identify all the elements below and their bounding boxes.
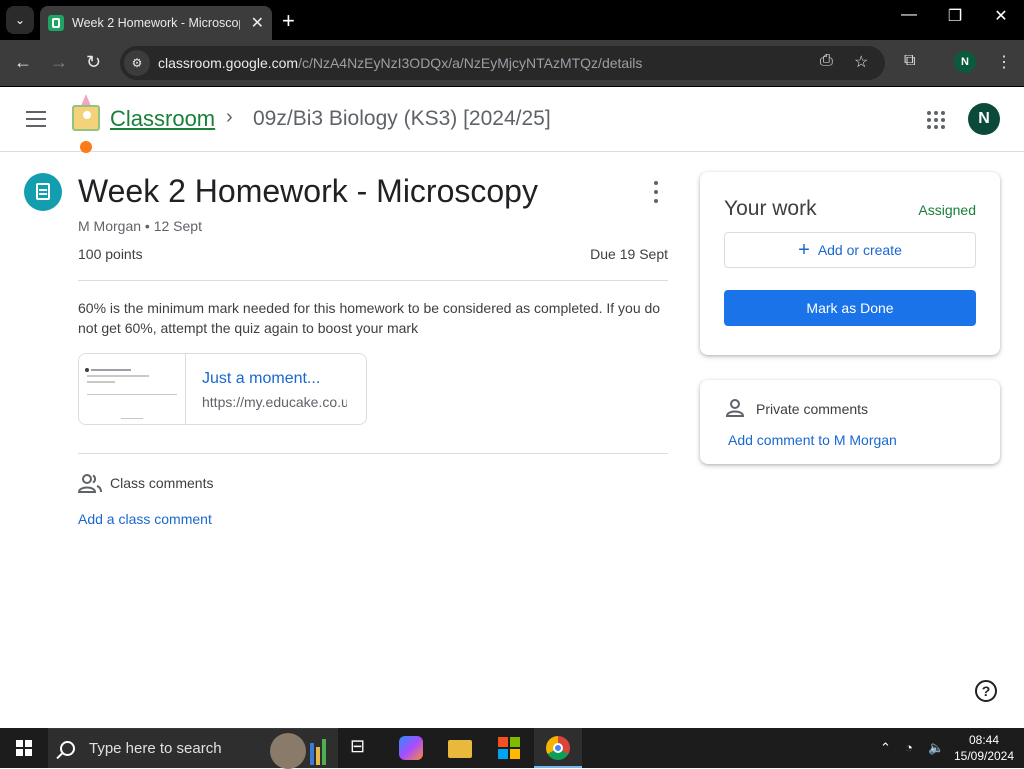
assignment-points: 100 points [78,246,143,262]
browser-toolbar: ← → ↻ ⚙ classroom.google.com/c/NzA4NzEyN… [0,40,1024,86]
search-highlight-book-icon [310,743,314,765]
address-bar[interactable]: ⚙ classroom.google.com/c/NzA4NzEyNzI3ODQ… [120,46,885,80]
main-menu-icon[interactable] [26,111,46,127]
attachment-url: https://my.educake.co.uk [202,394,347,410]
assignment-icon [24,173,62,211]
class-name-breadcrumb[interactable]: 09z/Bi3 Biology (KS3) [2024/25] [253,107,551,131]
copilot-icon[interactable] [399,736,423,760]
add-or-create-button[interactable]: + Add or create [724,232,976,268]
search-icon [60,741,75,756]
assignment-due-date: Due 19 Sept [590,246,668,262]
close-window-button[interactable]: ✕ [978,6,1024,26]
tab-search-button[interactable]: ⌄ [6,6,34,34]
your-work-title: Your work [724,197,817,220]
task-view-icon[interactable]: ⊟ [350,736,374,760]
bookmark-star-icon[interactable]: ☆ [854,52,868,72]
extensions-icon[interactable]: ⧉ [904,52,915,70]
new-tab-button[interactable]: + [282,8,295,34]
link-attachment[interactable]: Just a moment... https://my.educake.co.u… [78,353,367,425]
browser-menu-icon[interactable]: ⋮ [996,52,1012,72]
tab-title: Week 2 Homework - Microscopy [72,16,240,30]
search-highlight-book-icon [316,747,320,765]
install-app-icon[interactable]: ⎙ [820,52,833,70]
more-options-icon[interactable] [648,181,664,203]
clock-date: 15/09/2024 [953,749,1015,763]
classroom-favicon-icon [48,15,64,31]
show-hidden-icons-chevron-icon[interactable]: ⌃ [880,740,891,756]
tab-strip: ⌄ Week 2 Homework - Microscopy ✕ + — ❐ ✕ [0,0,1024,40]
back-arrow-icon[interactable]: ← [14,52,32,73]
profile-avatar[interactable]: N [954,51,976,73]
active-tab[interactable]: Week 2 Homework - Microscopy ✕ [40,6,272,40]
private-comments-card: Private comments Add comment to M Morgan [700,380,1000,464]
classroom-logo-icon[interactable] [72,105,100,131]
status-badge: Assigned [918,202,976,218]
people-icon [78,474,102,493]
assignment-details: Week 2 Homework - Microscopy M Morgan • … [0,153,1024,728]
clock-time: 08:44 [968,733,1000,747]
add-or-create-label: Add or create [817,242,902,258]
search-placeholder: Type here to search [89,740,222,757]
url-host: classroom.google.com [158,55,299,71]
assignment-title: Week 2 Homework - Microscopy [78,173,538,209]
url-text[interactable]: classroom.google.com/c/NzA4NzEyNzI3ODQx/… [158,55,642,71]
file-explorer-icon[interactable] [448,740,472,758]
minimize-button[interactable]: — [886,6,932,24]
chevron-right-icon: › [226,106,233,128]
chrome-taskbar-button[interactable] [534,728,582,768]
your-work-card: Your work Assigned + Add or create Mark … [700,172,1000,355]
divider [78,453,668,454]
microsoft-store-icon[interactable] [497,736,521,760]
attachment-title[interactable]: Just a moment... [202,370,347,388]
plus-icon: + [798,238,810,261]
divider [78,280,668,281]
mark-as-done-button[interactable]: Mark as Done [724,290,976,326]
assignment-meta: M Morgan • 12 Sept [78,218,202,234]
add-class-comment-link[interactable]: Add a class comment [78,511,212,527]
network-icon[interactable]: ◔ [905,740,913,755]
search-highlight-book-icon [322,739,326,765]
classroom-header: Classroom › 09z/Bi3 Biology (KS3) [2024/… [0,87,1024,153]
tab-close-icon[interactable]: ✕ [251,13,264,33]
restore-button[interactable]: ❐ [932,6,978,26]
class-comments-label: Class comments [110,475,214,491]
forward-arrow-icon[interactable]: → [50,52,68,73]
person-icon [726,399,744,417]
assignment-instructions: 60% is the minimum mark needed for this … [78,300,661,336]
browser-chrome: ⌄ Week 2 Homework - Microscopy ✕ + — ❐ ✕… [0,0,1024,87]
account-avatar[interactable]: N [968,103,1000,135]
windows-taskbar: Type here to search ⊟ ⌃ ◔ 🔈 08:44 15/09/… [0,728,1024,769]
notification-dot [80,141,92,153]
search-highlight-icon [270,733,306,769]
url-path: /c/NzA4NzEyNzI3ODQx/a/NzEyMjcyNTAzMTQz/d… [298,55,643,71]
reload-icon[interactable]: ↻ [86,52,101,73]
windows-start-icon[interactable] [16,740,32,756]
google-apps-icon[interactable] [927,111,945,129]
help-icon[interactable]: ? [975,680,997,702]
classroom-home-link[interactable]: Classroom [110,106,215,132]
private-comments-title: Private comments [756,401,869,417]
site-info-icon[interactable]: ⚙ [124,50,150,76]
attachment-thumbnail [79,354,186,424]
add-private-comment-link[interactable]: Add comment to M Morgan [728,432,897,448]
chrome-icon-center [553,743,563,753]
taskbar-clock[interactable]: 08:44 15/09/2024 [948,732,1020,764]
taskbar-search-box[interactable]: Type here to search [48,728,338,769]
volume-muted-icon[interactable]: 🔈 [928,740,944,756]
